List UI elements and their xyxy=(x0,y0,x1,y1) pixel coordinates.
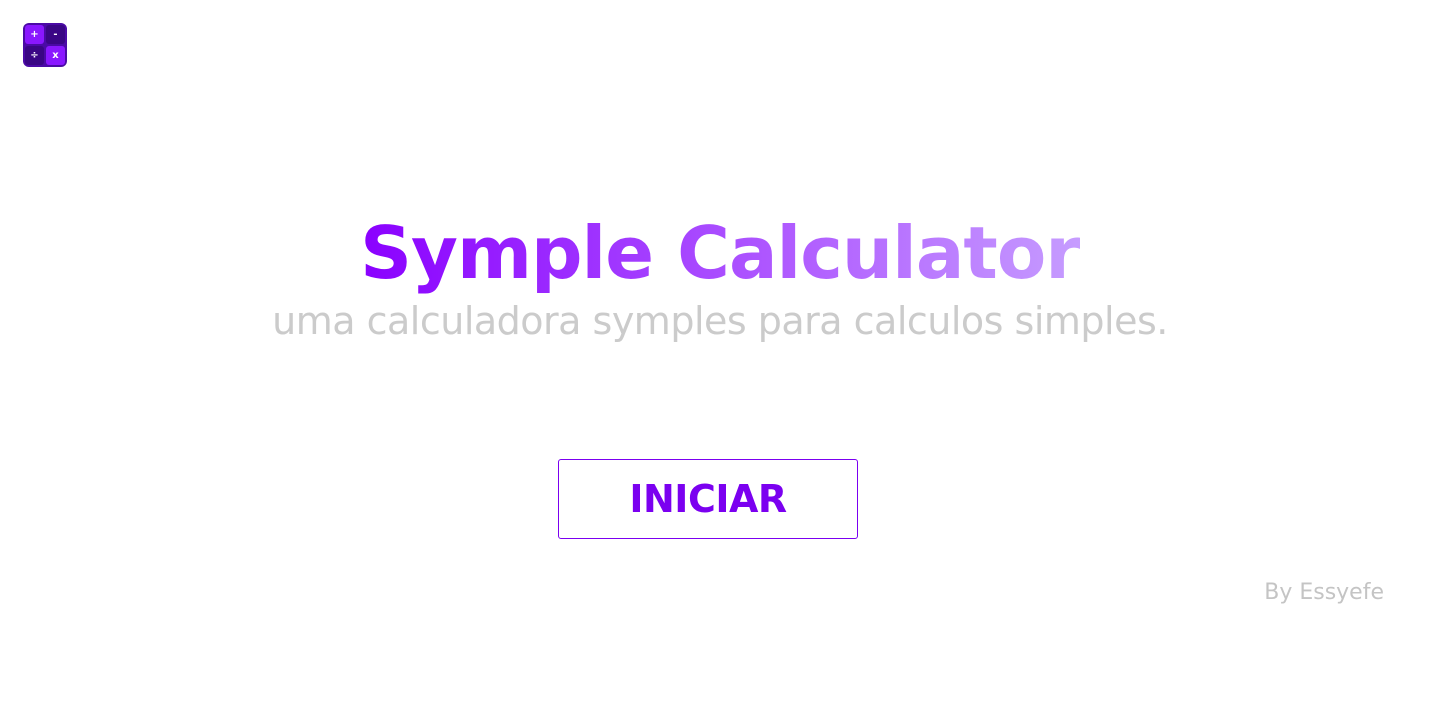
start-button[interactable]: INICIAR xyxy=(558,459,858,539)
calculator-logo-icon: + - ÷ x xyxy=(23,23,67,67)
page-title-text: Symple Calculator xyxy=(360,211,1081,295)
page-subtitle: uma calculadora symples para calculos si… xyxy=(272,299,1168,343)
minus-icon: - xyxy=(46,25,65,44)
divide-icon: ÷ xyxy=(25,46,44,65)
multiply-icon: x xyxy=(46,46,65,65)
author-credit: By Essyefe xyxy=(1264,580,1384,605)
page-title: Symple Calculator xyxy=(0,210,1440,296)
plus-icon: + xyxy=(25,25,44,44)
